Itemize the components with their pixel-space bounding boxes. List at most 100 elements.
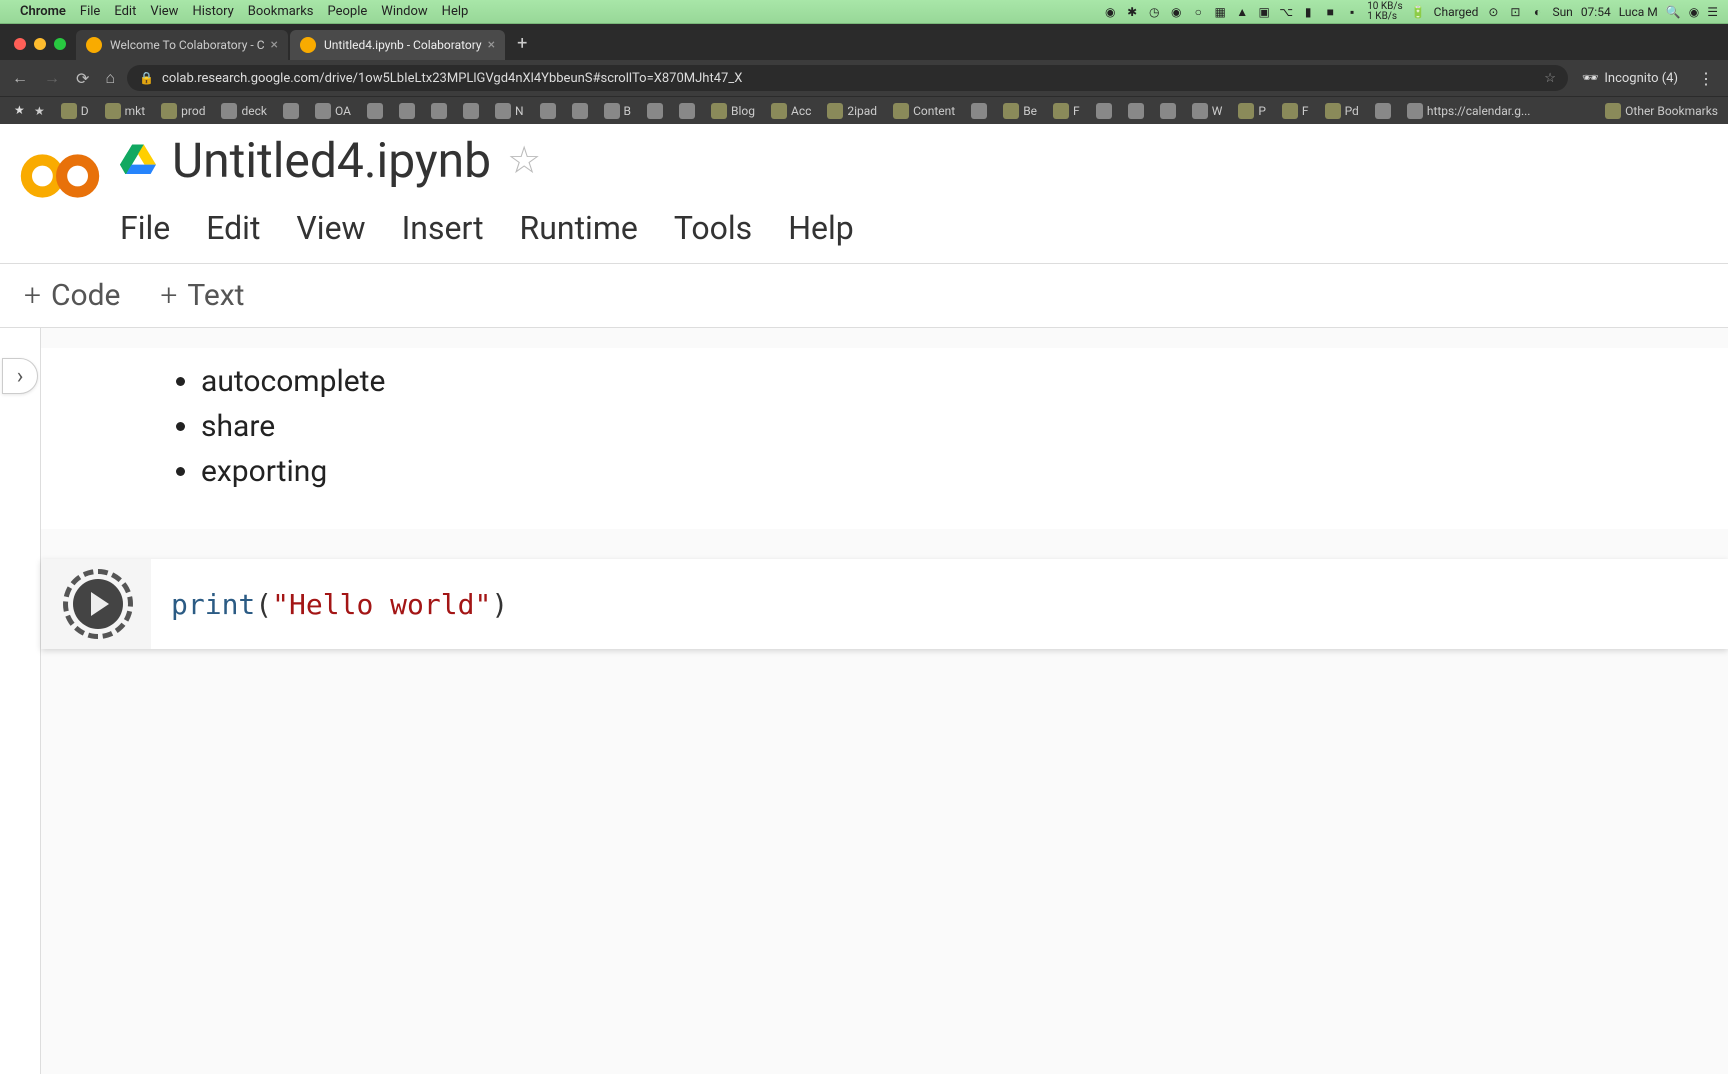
back-button[interactable]: ← (8, 64, 32, 92)
close-tab-icon[interactable]: × (271, 37, 278, 53)
tray-icon[interactable]: ▲ (1235, 5, 1249, 19)
colab-menu-view[interactable]: View (296, 209, 365, 247)
mac-menu-help[interactable]: Help (442, 4, 469, 19)
bookmark-item[interactable]: F (1049, 101, 1084, 121)
expand-sidebar-button[interactable]: › (2, 358, 38, 394)
bookmark-item[interactable]: B (600, 101, 635, 121)
code-editor[interactable]: print ("Hello world") (151, 559, 1728, 649)
bookmark-item[interactable]: W (1188, 101, 1227, 121)
tray-icon[interactable]: ◉ (1169, 5, 1183, 19)
tray-icon[interactable]: ▦ (1213, 5, 1227, 19)
colab-menu-file[interactable]: File (120, 209, 170, 247)
star-button[interactable]: ☆ (507, 138, 541, 183)
bookmark-item[interactable] (536, 101, 560, 121)
bookmark-star-icon[interactable]: ☆ (1544, 71, 1556, 86)
bookmark-item[interactable]: deck (217, 101, 271, 121)
bookmark-item[interactable] (363, 101, 387, 121)
browser-tab-active[interactable]: Untitled4.ipynb - Colaboratory × (290, 30, 505, 60)
tray-icon[interactable]: ◉ (1103, 5, 1117, 19)
maximize-window-button[interactable] (54, 38, 66, 50)
tray-icon[interactable]: ▪ (1345, 5, 1359, 19)
bookmark-item[interactable] (279, 101, 303, 121)
other-bookmarks[interactable]: Other Bookmarks (1605, 103, 1718, 119)
code-cell[interactable]: print ("Hello world") (41, 559, 1728, 649)
bookmark-item[interactable] (675, 101, 699, 121)
tray-icon[interactable]: ◐ (1530, 5, 1544, 19)
browser-tab[interactable]: Welcome To Colaboratory - C × (76, 30, 288, 60)
bookmark-item[interactable]: P (1234, 101, 1270, 121)
bookmark-item[interactable] (967, 101, 991, 121)
bookmark-item[interactable] (1092, 101, 1116, 121)
reload-button[interactable]: ⟳ (72, 65, 93, 92)
tray-icon[interactable]: ⊙ (1486, 5, 1500, 19)
mac-menu-file[interactable]: File (80, 4, 100, 19)
bookmark-item[interactable]: Pd (1321, 101, 1363, 121)
bookmark-item[interactable]: D (57, 101, 93, 121)
bookmark-item[interactable]: 2ipad (823, 101, 881, 121)
bookmark-item[interactable] (568, 101, 592, 121)
notebook-area[interactable]: autocomplete share exporting print ("Hel… (40, 328, 1728, 1074)
siri-icon[interactable]: ◉ (1689, 5, 1699, 19)
bookmark-item[interactable] (643, 101, 667, 121)
spotlight-icon[interactable]: 🔍 (1666, 5, 1681, 19)
bookmark-item[interactable] (427, 101, 451, 121)
bookmark-item[interactable]: Acc (767, 101, 815, 121)
bookmark-item[interactable]: F (1278, 101, 1313, 121)
tray-icon[interactable]: ⊡ (1508, 5, 1522, 19)
bookmark-item[interactable]: prod (157, 101, 209, 121)
tray-icon[interactable]: ▣ (1257, 5, 1271, 19)
close-tab-icon[interactable]: × (488, 37, 495, 53)
notebook-title[interactable]: Untitled4.ipynb (172, 132, 491, 189)
colab-logo-icon[interactable] (20, 136, 100, 216)
user-name[interactable]: Luca M (1619, 5, 1658, 19)
bookmark-item[interactable] (395, 101, 419, 121)
lock-icon[interactable]: 🔒 (139, 71, 154, 85)
bookmark-item[interactable]: Blog (707, 101, 759, 121)
text-cell[interactable]: autocomplete share exporting (41, 348, 1728, 529)
bookmark-item[interactable]: mkt (101, 101, 150, 121)
battery-icon[interactable]: 🔋 (1411, 5, 1426, 19)
clock-day[interactable]: Sun (1552, 5, 1572, 19)
incognito-indicator[interactable]: 🕶 Incognito (4) (1576, 71, 1684, 86)
mac-menu-view[interactable]: View (150, 4, 178, 19)
colab-menu-help[interactable]: Help (788, 209, 854, 247)
tray-icon[interactable]: ■ (1323, 5, 1337, 19)
active-app-name[interactable]: Chrome (20, 4, 66, 19)
colab-menu-edit[interactable]: Edit (206, 209, 260, 247)
colab-menu-tools[interactable]: Tools (674, 209, 752, 247)
mac-menu-people[interactable]: People (328, 4, 368, 19)
add-text-cell-button[interactable]: + Text (160, 278, 244, 313)
mac-menu-window[interactable]: Window (381, 4, 427, 19)
mac-menu-bookmarks[interactable]: Bookmarks (248, 4, 314, 19)
mac-menu-history[interactable]: History (192, 4, 233, 19)
bookmark-item[interactable]: ★★ (10, 101, 49, 121)
mac-menu-edit[interactable]: Edit (114, 4, 136, 19)
bookmark-item[interactable]: Be (999, 101, 1041, 121)
tray-icon[interactable]: ▮ (1301, 5, 1315, 19)
minimize-window-button[interactable] (34, 38, 46, 50)
colab-menu-runtime[interactable]: Runtime (520, 209, 638, 247)
forward-button[interactable]: → (40, 64, 64, 92)
new-tab-button[interactable]: + (507, 33, 537, 60)
tray-icon[interactable]: ○ (1191, 5, 1205, 19)
run-cell-button[interactable] (63, 569, 133, 639)
bookmark-item[interactable]: https://calendar.g... (1403, 101, 1535, 121)
bookmark-item[interactable]: Content (889, 101, 959, 121)
bookmark-item[interactable]: OA (311, 101, 355, 121)
chrome-menu-button[interactable]: ⋮ (1692, 69, 1720, 88)
tray-icon[interactable]: ◷ (1147, 5, 1161, 19)
tray-icon[interactable]: ✱ (1125, 5, 1139, 19)
colab-menu-insert[interactable]: Insert (402, 209, 484, 247)
bookmark-item[interactable] (459, 101, 483, 121)
bookmark-item[interactable]: N (491, 101, 528, 121)
tray-icon[interactable]: ⌥ (1279, 5, 1293, 19)
add-code-cell-button[interactable]: + Code (24, 278, 120, 313)
home-button[interactable]: ⌂ (101, 64, 119, 92)
address-bar[interactable]: 🔒 colab.research.google.com/drive/1ow5Lb… (127, 65, 1568, 91)
bookmark-item[interactable] (1156, 101, 1180, 121)
bookmark-item[interactable] (1371, 101, 1395, 121)
notification-center-icon[interactable]: ☰ (1707, 5, 1718, 19)
close-window-button[interactable] (14, 38, 26, 50)
bookmark-item[interactable] (1124, 101, 1148, 121)
clock-time[interactable]: 07:54 (1581, 5, 1611, 19)
